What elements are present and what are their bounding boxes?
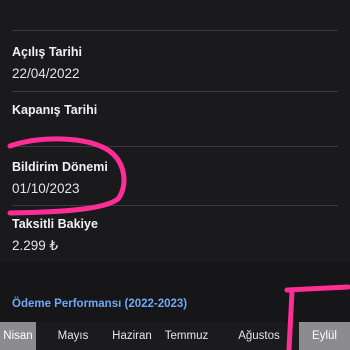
divider [12,30,338,31]
statement-period-row: Bildirim Dönemi 01/10/2023 [12,160,338,196]
opening-date-row: Açılış Tarihi 22/04/2022 [12,45,338,81]
divider [12,205,338,206]
opening-date-value: 22/04/2022 [12,66,80,81]
tab-month-mayis[interactable]: Mayıs [36,322,110,350]
month-tabs[interactable]: Nisan Mayıs Haziran Temmuz Ağustos Eylül [0,322,350,350]
installment-balance-label: Taksitli Bakiye [12,217,98,231]
closing-date-label: Kapanış Tarihi [12,103,98,117]
tab-month-nisan[interactable]: Nisan [0,322,36,350]
divider [12,91,338,92]
tab-month-eylul[interactable]: Eylül [299,322,350,350]
installment-balance-value: 2.299 ₺ [12,238,59,253]
payment-performance-title: Ödeme Performansı (2022-2023) [12,298,188,310]
tab-month-haziran[interactable]: Haziran [110,322,154,350]
closing-date-row: Kapanış Tarihi [12,103,338,124]
account-details-panel: Açılış Tarihi 22/04/2022 Kapanış Tarihi … [0,0,350,262]
statement-period-value: 01/10/2023 [12,181,80,196]
statement-period-label: Bildirim Dönemi [12,160,108,174]
installment-balance-row: Taksitli Bakiye 2.299 ₺ [12,217,338,254]
divider [12,146,338,147]
opening-date-label: Açılış Tarihi [12,45,82,59]
tab-month-agustos[interactable]: Ağustos [219,322,299,350]
tab-month-temmuz[interactable]: Temmuz [154,322,219,350]
cut-off-text [12,0,152,4]
